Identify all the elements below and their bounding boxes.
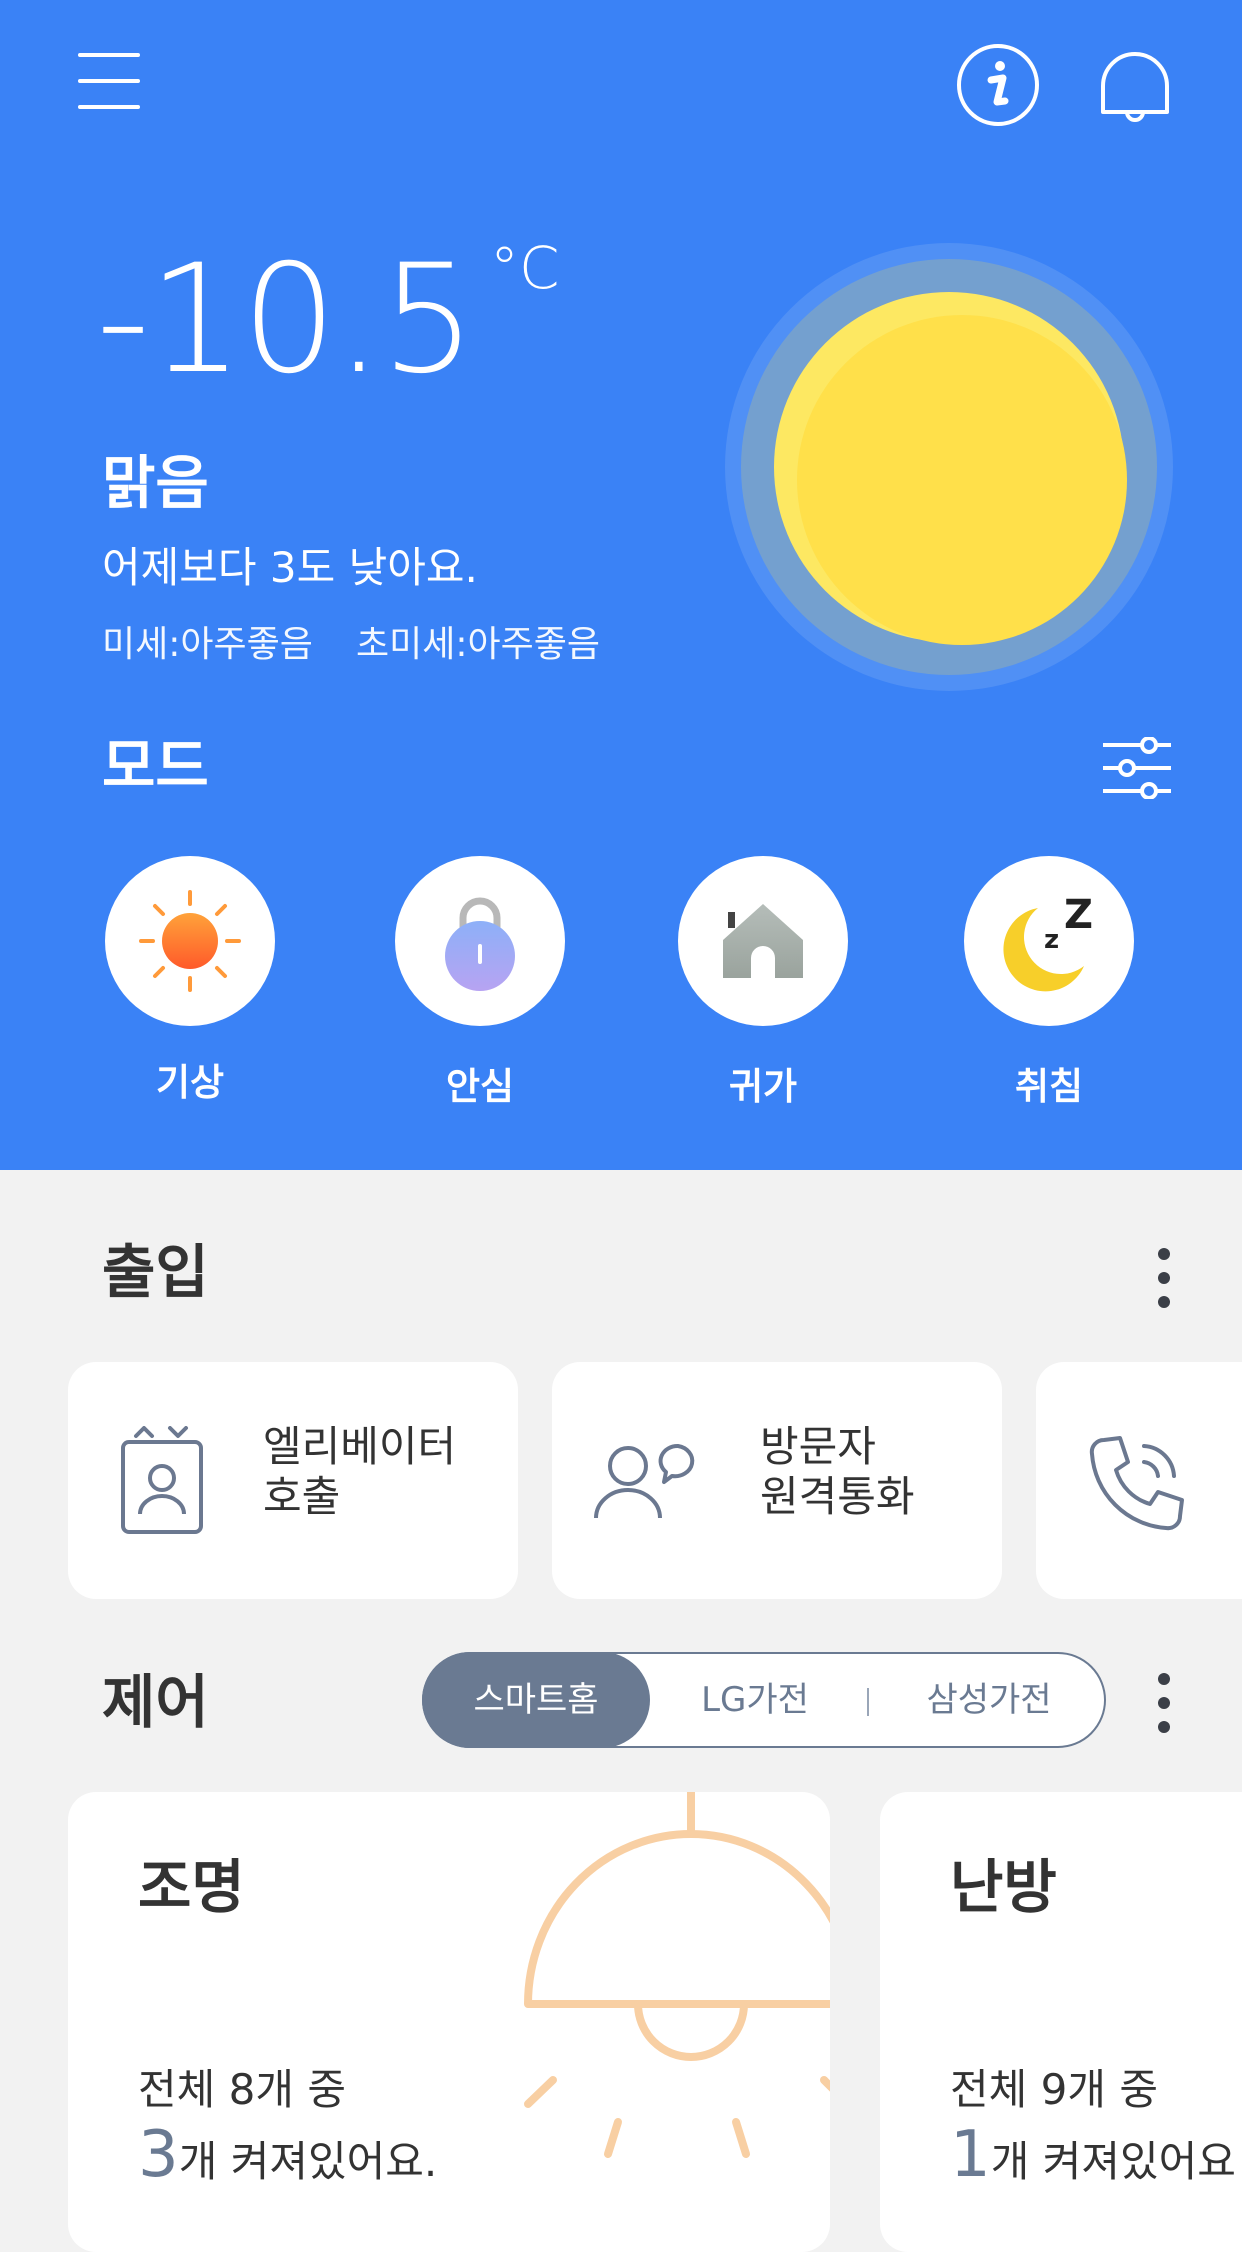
moon-sleep-icon: z Z	[1003, 892, 1093, 992]
info-icon[interactable]	[955, 42, 1041, 128]
hamburger-menu-icon[interactable]	[78, 50, 144, 110]
svg-text:Z: Z	[1064, 892, 1093, 938]
card-label-line2: 호출	[263, 1472, 341, 1521]
weather-comparison: 어제보다 3도 낮아요.	[102, 543, 478, 592]
tab-label: 삼성가전	[926, 1680, 1052, 1720]
count-number: 1	[950, 2118, 991, 2192]
mode-button-home[interactable]	[678, 856, 848, 1026]
weather-condition: 맑음	[102, 449, 209, 517]
elevator-call-card[interactable]: 엘리베이터 호출	[68, 1362, 518, 1599]
visitor-call-icon	[594, 1443, 695, 1519]
mode-label-wakeup: 기상	[155, 1061, 225, 1104]
mode-label-safe: 안심	[445, 1065, 515, 1108]
temperature: -10.5	[96, 233, 476, 407]
control-title: 제어	[102, 1668, 209, 1736]
card-title: 난방	[950, 1853, 1057, 1921]
card-total: 전체 8개 중	[138, 2065, 346, 2114]
elevator-call-icon	[121, 1426, 203, 1534]
sunrise-icon	[139, 890, 241, 992]
temperature-unit: °C	[490, 234, 560, 302]
access-title: 출입	[102, 1238, 209, 1306]
sun-weather-icon	[722, 240, 1177, 695]
card-count-line: 1개 켜져있어요	[950, 2120, 1236, 2206]
card-title: 조명	[138, 1853, 245, 1921]
lock-icon	[445, 897, 515, 991]
sliders-icon[interactable]	[1103, 736, 1173, 800]
tab-samsung[interactable]: 삼성가전	[894, 1654, 1084, 1746]
mode-title: 모드	[102, 732, 209, 800]
kebab-menu-icon[interactable]	[1154, 1248, 1174, 1318]
mode-label-sleep: 취침	[1014, 1065, 1084, 1108]
pendant-lamp-icon	[524, 1792, 830, 2158]
bell-icon[interactable]	[1095, 42, 1175, 128]
home-icon	[723, 904, 803, 978]
dust-level: 미세:아주좋음	[102, 624, 313, 665]
lighting-card[interactable]: 조명 전체 8개 중 3개 켜져있어요.	[68, 1792, 830, 2252]
tab-divider	[867, 1688, 869, 1716]
count-number: 3	[138, 2118, 179, 2192]
phone-call-icon	[1089, 1436, 1184, 1531]
mode-button-wakeup[interactable]	[105, 856, 275, 1026]
svg-text:z: z	[1044, 925, 1059, 955]
tab-label: 스마트홈	[473, 1680, 599, 1720]
count-status: 개 켜져있어요	[990, 2137, 1236, 2186]
card-label-line1: 엘리베이터	[263, 1422, 457, 1471]
mode-button-safe[interactable]	[395, 856, 565, 1026]
card-total: 전체 9개 중	[950, 2065, 1158, 2114]
card-count-line: 3개 켜져있어요.	[138, 2120, 437, 2206]
card-label-line2: 원격통화	[760, 1472, 915, 1521]
fine-dust-level: 초미세:아주좋음	[356, 624, 600, 665]
mode-label-home: 귀가	[728, 1065, 798, 1108]
visitor-call-card[interactable]: 방문자 원격통화	[552, 1362, 1002, 1599]
heating-card[interactable]: 난방 전체 9개 중 1개 켜져있어요	[880, 1792, 1242, 2252]
card-label-line1: 방문자	[760, 1422, 876, 1471]
phone-call-card[interactable]	[1036, 1362, 1242, 1599]
mode-button-sleep[interactable]: z Z	[964, 856, 1134, 1026]
control-tab-bar: 스마트홈 LG가전 삼성가전	[422, 1652, 1106, 1748]
tab-lg[interactable]: LG가전	[670, 1654, 840, 1746]
tab-smarthome[interactable]: 스마트홈	[422, 1652, 650, 1748]
count-status: 개 켜져있어요.	[178, 2137, 438, 2186]
tab-label: LG가전	[701, 1680, 809, 1720]
kebab-menu-icon[interactable]	[1154, 1673, 1174, 1743]
